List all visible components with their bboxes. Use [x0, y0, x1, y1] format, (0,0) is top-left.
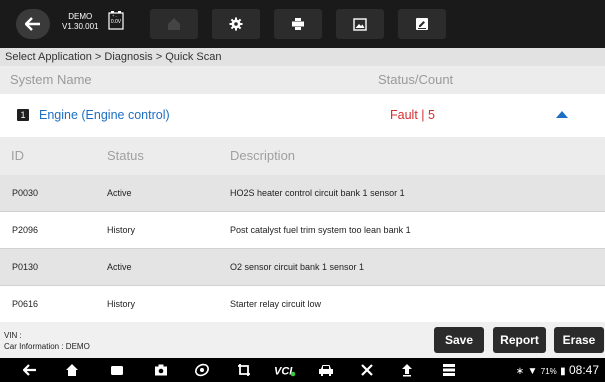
- car-icon: [319, 365, 333, 376]
- system-number-badge: 1: [17, 109, 29, 121]
- dtc-description: HO2S heater control circuit bank 1 senso…: [230, 188, 405, 198]
- vci-icon: VCI: [274, 366, 296, 378]
- table-row[interactable]: P0130 Active O2 sensor circuit bank 1 se…: [0, 249, 605, 286]
- image-icon: [353, 17, 367, 31]
- nav-car-button[interactable]: [318, 362, 334, 378]
- collapse-arrow-icon[interactable]: [556, 110, 568, 119]
- android-nav-bar: VCI ∗ ▼ 71% ▮ 08:47: [0, 358, 605, 382]
- nav-browser-button[interactable]: [194, 362, 210, 378]
- home-button[interactable]: [150, 9, 198, 39]
- edit-icon: [416, 18, 428, 30]
- battery-percent: 71%: [540, 367, 557, 376]
- settings-button[interactable]: [212, 9, 260, 39]
- table-row[interactable]: P0030 Active HO2S heater control circuit…: [0, 175, 605, 212]
- camera-icon: [155, 364, 167, 376]
- system-name: Engine (Engine control): [39, 108, 170, 122]
- tools-icon: [361, 364, 373, 376]
- dtc-id: P0130: [12, 262, 39, 272]
- nav-back-button[interactable]: [22, 362, 38, 378]
- dtc-status: Active: [107, 262, 132, 272]
- dtc-status: History: [107, 299, 136, 309]
- dtc-description: Starter relay circuit low: [230, 299, 322, 309]
- nav-tools-button[interactable]: [359, 362, 375, 378]
- dtc-id: P2096: [12, 225, 39, 235]
- footer-bar: VIN : Car Information : DEMO Save Report…: [0, 322, 605, 358]
- browser-icon: [195, 363, 209, 377]
- erase-button[interactable]: Erase: [554, 327, 604, 353]
- top-toolbar: DEMO V1.30.001 + - 0.0V: [0, 0, 605, 48]
- device-name: DEMO: [68, 12, 93, 21]
- breadcrumb: Select Application > Diagnosis > Quick S…: [0, 48, 605, 66]
- svg-text:+ -: + -: [112, 13, 117, 18]
- report-button[interactable]: Report: [493, 327, 546, 353]
- dtc-table: ID Status Description P0030 Active HO2S …: [0, 137, 605, 323]
- system-name-header: System Name: [10, 72, 92, 87]
- vehicle-battery: + - 0.0V: [108, 10, 124, 30]
- dtc-description: Post catalyst fuel trim system too lean …: [230, 225, 411, 235]
- dtc-id: P0030: [12, 188, 39, 198]
- car-info: Car Information : DEMO: [4, 342, 90, 351]
- clock: 08:47: [568, 363, 599, 377]
- back-button[interactable]: [16, 9, 50, 39]
- gear-icon: [229, 17, 243, 31]
- home-icon: [66, 364, 78, 376]
- nav-crop-button[interactable]: [236, 362, 252, 378]
- vin-label: VIN :: [4, 331, 22, 340]
- table-row[interactable]: P0616 History Starter relay circuit low: [0, 286, 605, 323]
- fault-count: Fault | 5: [390, 108, 435, 122]
- status-count-header: Status/Count: [378, 72, 454, 87]
- battery-voltage: 0.0V: [110, 19, 122, 25]
- header-id: ID: [11, 148, 24, 163]
- save-button[interactable]: Save: [434, 327, 484, 353]
- recents-icon: [111, 366, 123, 375]
- back-arrow-icon: [23, 364, 36, 376]
- edit-button[interactable]: [398, 9, 446, 39]
- status-area: ∗ ▼ 71% ▮ 08:47: [516, 362, 599, 380]
- screenshot-button[interactable]: [336, 9, 384, 39]
- nav-vci-button[interactable]: VCI: [274, 362, 296, 378]
- header-status: Status: [107, 148, 144, 163]
- print-button[interactable]: [274, 9, 322, 39]
- system-list-header: System Name Status/Count: [0, 66, 605, 94]
- upload-arrow-icon: [402, 364, 412, 377]
- device-info: DEMO V1.30.001: [62, 12, 98, 32]
- nav-menu-button[interactable]: [441, 362, 457, 378]
- header-description: Description: [230, 148, 296, 163]
- svg-text:VCI: VCI: [274, 366, 293, 378]
- menu-icon: [443, 364, 455, 376]
- nav-camera-button[interactable]: [153, 362, 169, 378]
- nav-update-button[interactable]: [399, 362, 415, 378]
- table-header: ID Status Description: [0, 137, 605, 175]
- wifi-icon: ▼: [527, 366, 538, 377]
- bluetooth-icon: ∗: [515, 366, 525, 377]
- dtc-status: History: [107, 225, 136, 235]
- home-icon: [168, 18, 180, 30]
- battery-icon: ▮: [560, 366, 566, 377]
- dtc-id: P0616: [12, 299, 39, 309]
- nav-home-button[interactable]: [64, 362, 80, 378]
- back-arrow-icon: [25, 17, 40, 31]
- print-icon: [292, 18, 304, 30]
- dtc-description: O2 sensor circuit bank 1 sensor 1: [230, 262, 365, 272]
- table-row[interactable]: P2096 History Post catalyst fuel trim sy…: [0, 212, 605, 249]
- dtc-status: Active: [107, 188, 132, 198]
- system-row-engine[interactable]: 1 Engine (Engine control) Fault | 5: [0, 95, 605, 135]
- device-version: V1.30.001: [62, 22, 99, 31]
- crop-icon: [238, 364, 250, 376]
- vehicle-info: VIN : Car Information : DEMO: [4, 330, 90, 352]
- nav-recents-button[interactable]: [109, 362, 125, 378]
